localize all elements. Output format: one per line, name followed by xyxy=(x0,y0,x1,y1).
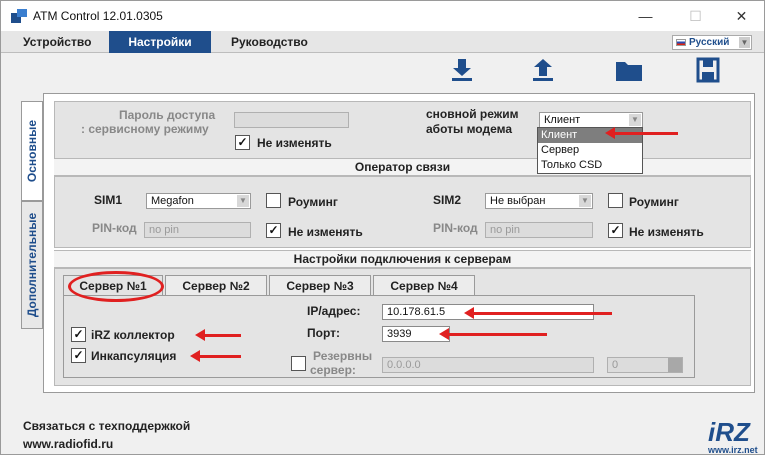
tab-extra[interactable]: Дополнительные xyxy=(21,201,43,329)
menu-device[interactable]: Устройство xyxy=(15,31,99,53)
backup-server-port-field[interactable]: 0 xyxy=(607,357,683,373)
menu-bar: Устройство Настройки Руководство Русский… xyxy=(1,31,764,53)
option-server[interactable]: Сервер xyxy=(538,143,642,158)
tab-main[interactable]: Основные xyxy=(21,101,43,201)
sim1-roaming-label: Роуминг xyxy=(288,195,338,209)
backup-server-checkbox[interactable] xyxy=(291,356,306,371)
sim1-pin-no-change-checkbox[interactable]: ✓ xyxy=(266,223,281,238)
site-link[interactable]: www.radiofid.ru xyxy=(23,437,113,451)
spinner-icon[interactable] xyxy=(668,358,682,372)
modem-mode-label: сновной режим xyxy=(426,107,519,121)
app-window: ATM Control 12.01.0305 — ☐ ✕ Устройство … xyxy=(0,0,765,455)
password-label: Пароль доступа xyxy=(119,108,216,122)
chevron-down-icon: ▼ xyxy=(237,195,249,207)
annotation-arrow-mode xyxy=(605,127,678,139)
operator-section-title: Оператор связи xyxy=(54,158,751,176)
tab-server-3[interactable]: Сервер №3 xyxy=(269,275,371,295)
modem-mode-label-line2: аботы модема xyxy=(426,122,512,136)
backup-server-ip-field[interactable]: 0.0.0.0 xyxy=(382,357,594,373)
irz-collector-label: iRZ коллектор xyxy=(91,328,175,342)
app-icon xyxy=(11,9,27,23)
sim2-pin-no-change-label: Не изменять xyxy=(629,225,704,239)
annotation-arrow-ip xyxy=(464,307,612,319)
support-link[interactable]: Связаться с техподдержкой xyxy=(23,419,190,433)
irz-collector-checkbox[interactable]: ✓ xyxy=(71,327,86,342)
sim1-roaming-checkbox[interactable] xyxy=(266,193,281,208)
annotation-oval-server-1 xyxy=(68,271,164,302)
menu-manual[interactable]: Руководство xyxy=(223,31,316,53)
password-no-change-label: Не изменять xyxy=(257,136,332,150)
annotation-arrow-collector xyxy=(195,329,241,341)
encapsulation-label: Инкапсуляция xyxy=(91,349,177,363)
sim2-label: SIM2 xyxy=(433,193,462,207)
maximize-button[interactable]: ☐ xyxy=(673,1,718,31)
tab-server-4[interactable]: Сервер №4 xyxy=(373,275,475,295)
download-icon[interactable] xyxy=(449,57,475,83)
chevron-down-icon: ▼ xyxy=(579,195,591,207)
option-csd-only[interactable]: Только CSD xyxy=(538,158,642,173)
backup-server-label: Резервны xyxy=(313,349,373,363)
menu-settings[interactable]: Настройки xyxy=(109,31,211,53)
sim1-pin-label: PIN-код xyxy=(92,221,137,235)
upload-icon[interactable] xyxy=(530,57,556,83)
russian-flag-icon xyxy=(676,39,686,46)
modem-mode-select[interactable]: Клиент ▼ xyxy=(539,112,643,128)
language-select[interactable]: Русский ▼ xyxy=(672,35,752,50)
folder-icon[interactable] xyxy=(614,57,644,83)
password-no-change-checkbox[interactable]: ✓ xyxy=(235,135,250,150)
ip-address-label: IP/адрес: xyxy=(307,304,361,318)
encapsulation-checkbox[interactable]: ✓ xyxy=(71,348,86,363)
sim2-operator-select[interactable]: Не выбран ▼ xyxy=(485,193,593,209)
service-password-field[interactable] xyxy=(234,112,349,128)
sim1-pin-no-change-label: Не изменять xyxy=(288,225,363,239)
chevron-down-icon: ▼ xyxy=(739,37,750,48)
servers-section-title: Настройки подключения к серверам xyxy=(54,250,751,268)
password-label-line2: : сервисному режиму xyxy=(81,122,209,136)
sim1-operator-select[interactable]: Megafon ▼ xyxy=(146,193,251,209)
sim2-pin-label: PIN-код xyxy=(433,221,478,235)
sim2-roaming-label: Роуминг xyxy=(629,195,679,209)
title-bar: ATM Control 12.01.0305 — ☐ ✕ xyxy=(1,1,764,31)
sim2-roaming-checkbox[interactable] xyxy=(608,193,623,208)
close-button[interactable]: ✕ xyxy=(719,1,764,31)
backup-server-label-line2: сервер: xyxy=(310,363,356,377)
port-label: Порт: xyxy=(307,326,340,340)
option-client[interactable]: Клиент xyxy=(538,128,642,143)
minimize-button[interactable]: — xyxy=(623,1,668,31)
sim1-pin-field[interactable]: no pin xyxy=(144,222,251,238)
chevron-down-icon: ▼ xyxy=(629,114,641,126)
save-icon[interactable] xyxy=(695,57,721,83)
irz-logo: iRZ www.irz.net xyxy=(708,417,758,455)
annotation-arrow-port xyxy=(439,328,547,340)
tab-server-2[interactable]: Сервер №2 xyxy=(165,275,267,295)
sim1-label: SIM1 xyxy=(94,193,123,207)
window-title: ATM Control 12.01.0305 xyxy=(33,9,163,23)
sim2-pin-field[interactable]: no pin xyxy=(485,222,593,238)
annotation-arrow-encapsulation xyxy=(190,350,241,362)
sim2-pin-no-change-checkbox[interactable]: ✓ xyxy=(608,223,623,238)
